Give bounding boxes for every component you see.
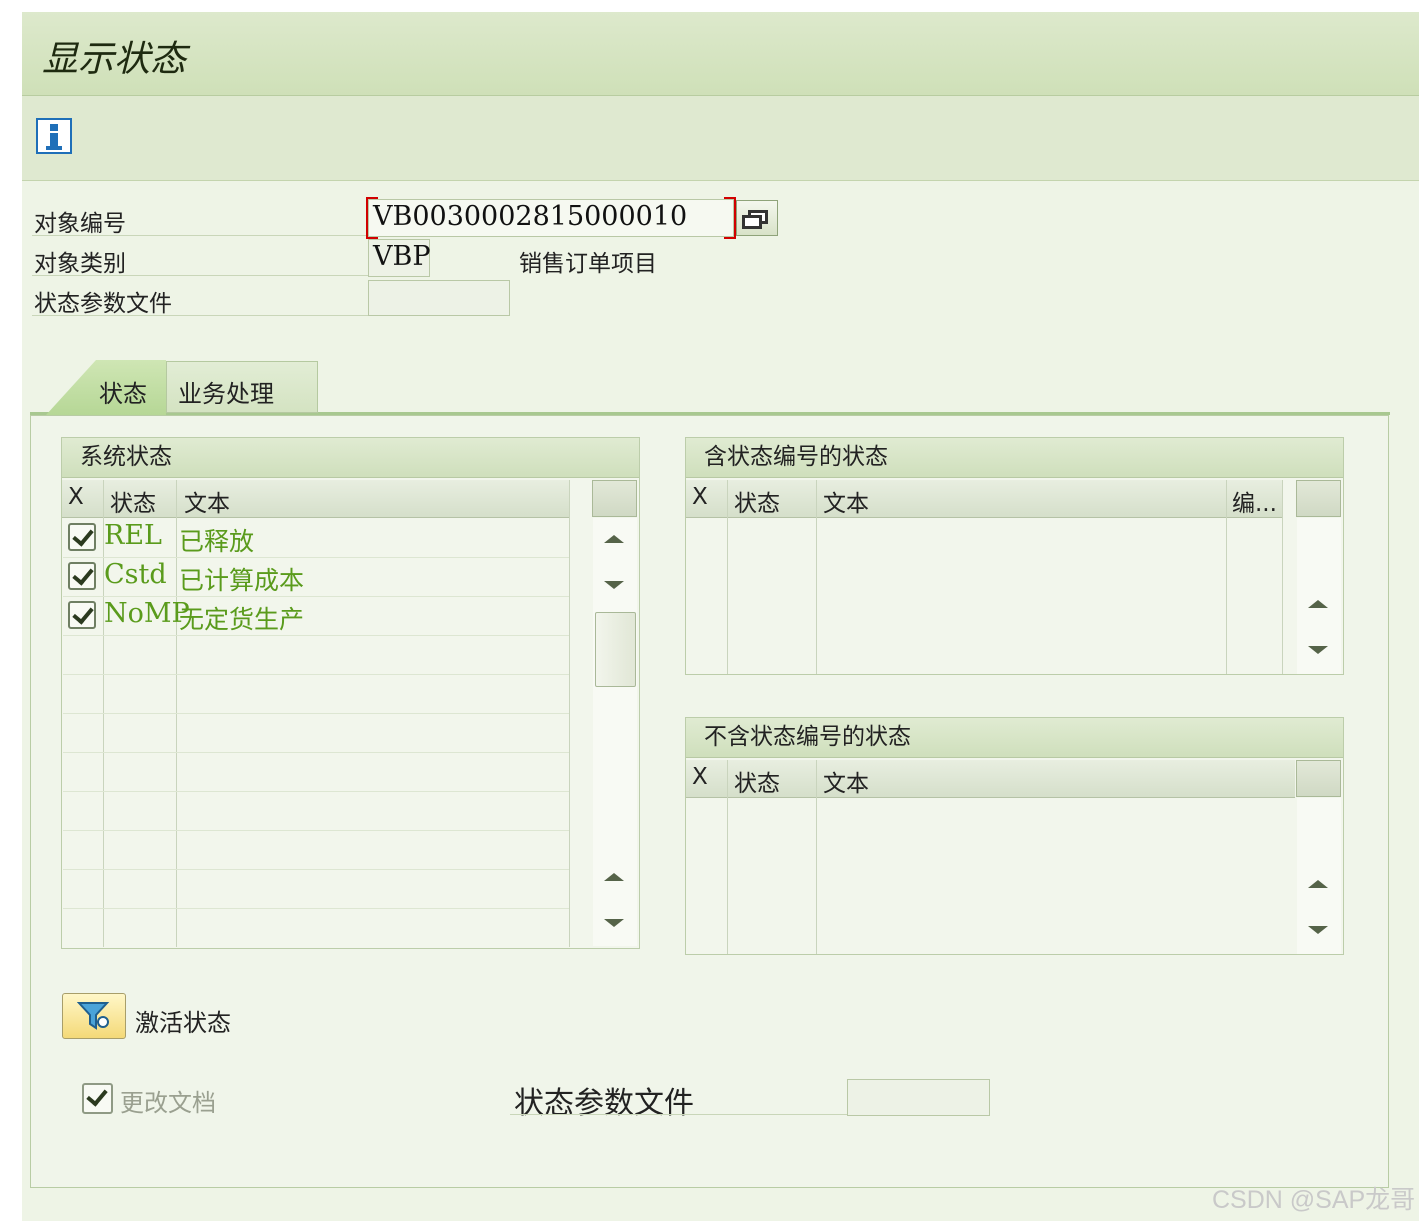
info-icon[interactable] [36, 118, 72, 154]
row-checkbox[interactable] [68, 562, 96, 590]
col-status[interactable]: 状态 [734, 484, 780, 518]
scroll-down-icon[interactable] [1308, 646, 1328, 654]
scrollbar-thumb[interactable] [595, 612, 636, 687]
change-documents-label: 更改文档 [120, 1089, 216, 1117]
status-text: 无定货生产 [179, 605, 305, 634]
title-bar [22, 12, 1419, 96]
search-help-button[interactable] [736, 200, 778, 236]
page-title: 显示状态 [42, 39, 187, 80]
col-number[interactable]: 编... [1232, 484, 1277, 518]
status-without-number-column-header: X 状态 文本 [686, 760, 1295, 798]
scroll-page-up-icon[interactable] [604, 873, 624, 881]
col-status[interactable]: 状态 [110, 484, 156, 518]
object-number-label: 对象编号 [34, 211, 126, 237]
row-checkbox[interactable] [68, 523, 96, 551]
status-code: Cstd [104, 559, 167, 590]
col-status[interactable]: 状态 [734, 764, 780, 798]
status-without-number-title: 不含状态编号的状态 [686, 718, 1343, 758]
col-x: X [692, 764, 708, 790]
status-text: 已计算成本 [179, 566, 305, 595]
status-with-number-column-header: X 状态 文本 编... [686, 480, 1283, 518]
filter-icon [77, 1002, 110, 1030]
object-category-label: 对象类别 [34, 251, 126, 277]
scroll-down-icon[interactable] [1308, 926, 1328, 934]
status-code: REL [104, 520, 162, 551]
tab-status-label: 状态 [99, 380, 147, 408]
change-documents-checkbox[interactable] [82, 1083, 113, 1114]
col-x: X [68, 484, 84, 510]
object-category-description: 销售订单项目 [519, 251, 657, 277]
status-code: NoMP [104, 598, 190, 629]
scroll-up-icon[interactable] [1308, 600, 1328, 608]
activate-status-label: 激活状态 [135, 1009, 231, 1037]
application-toolbar [22, 96, 1419, 181]
column-settings-button[interactable] [1296, 760, 1341, 797]
focus-bracket-right [724, 197, 736, 239]
status-text: 已释放 [179, 527, 255, 556]
scroll-page-down-icon[interactable] [604, 919, 624, 927]
status-profile-field-2 [847, 1079, 990, 1116]
col-x: X [692, 484, 708, 510]
status-profile-label-2: 状态参数文件 [514, 1086, 694, 1121]
row-checkbox[interactable] [68, 601, 96, 629]
status-with-number-title: 含状态编号的状态 [686, 438, 1343, 478]
status-profile-field [368, 280, 510, 316]
object-category-field: VBP [368, 239, 431, 277]
column-settings-button[interactable] [592, 480, 637, 517]
watermark: CSDN @SAP龙哥 [1212, 1186, 1416, 1214]
tab-business-process-label: 业务处理 [178, 380, 274, 408]
system-status-column-header: X 状态 文本 [62, 480, 570, 518]
object-number-field[interactable]: VB0030002815000010 [368, 199, 734, 237]
col-text[interactable]: 文本 [823, 764, 869, 798]
system-status-title: 系统状态 [62, 438, 639, 478]
scroll-up-icon[interactable] [1308, 880, 1328, 888]
focus-bracket-left [366, 197, 378, 239]
status-profile-label: 状态参数文件 [34, 291, 172, 317]
col-text[interactable]: 文本 [184, 484, 230, 518]
col-text[interactable]: 文本 [823, 484, 869, 518]
column-settings-button[interactable] [1296, 480, 1341, 517]
scroll-up-icon[interactable] [604, 535, 624, 543]
activate-status-button[interactable] [62, 993, 126, 1039]
scroll-down-icon[interactable] [604, 581, 624, 589]
